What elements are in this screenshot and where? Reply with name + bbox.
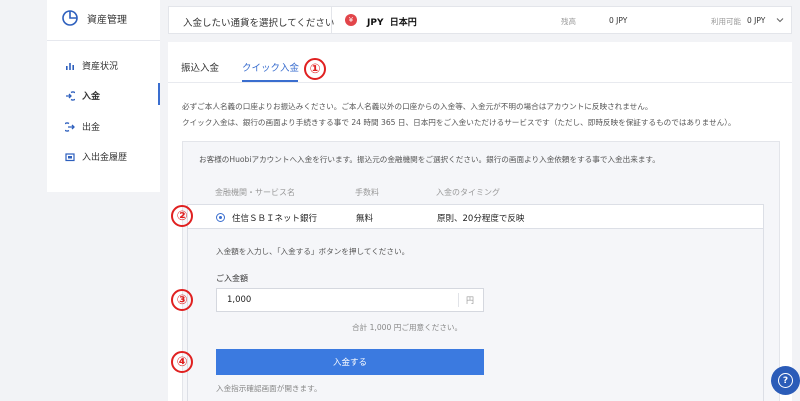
amount-unit: 円 [466,296,474,305]
currency-prompt: 入金したい通貨を選択してください [183,18,335,29]
bank-option-row[interactable]: 住信ＳＢＩネット銀行 無料 原則、20分程度で反映 [187,204,764,229]
bank-fee: 無料 [356,214,374,224]
sidebar-header: 資産管理 [61,9,127,27]
divider [331,7,332,33]
chevron-down-icon[interactable] [775,15,785,25]
currency-name: 日本円 [389,18,417,28]
active-indicator [158,83,160,105]
available-label: 利用可能 [711,17,741,26]
column-header-timing: 入金のタイミング [436,188,500,197]
withdraw-icon [65,121,75,132]
panel-info: お客様のHuobiアカウントへ入金を行います。振込元の金融機関をご選択ください。… [199,155,660,164]
sidebar-item-assets[interactable]: 資産状況 [65,59,118,72]
currency-dropdown[interactable]: JPY 日本円 [367,15,417,28]
notice-line: クイック入金は、銀行の画面より手続きする事で 24 時間 365 日、日本円をご… [182,118,736,127]
bank-timing: 原則、20分程度で反映 [437,214,525,224]
sidebar-title: 資産管理 [87,14,127,26]
sidebar-item-deposit[interactable]: 入金 [65,89,100,102]
history-icon [65,152,75,162]
annotation-marker-2: ② [171,205,193,227]
notice-line: 必ずご本人名義の口座よりお振込みください。ご本人名義以外の口座からの入金等、入金… [182,102,653,111]
annotation-marker-1: ① [304,58,326,80]
divider [458,293,459,307]
sidebar-item-label: 入出金履歴 [82,153,128,163]
balance-value: 0 JPY [609,16,628,25]
currency-code: JPY [367,18,384,28]
deposit-button[interactable]: 入金する [216,349,484,375]
pie-chart-icon [62,10,78,26]
question-icon: ? [778,373,793,388]
help-button[interactable]: ? [771,366,800,395]
divider [47,40,160,41]
balance-label: 残高 [561,17,576,26]
sidebar-item-withdraw[interactable]: 出金 [65,120,100,133]
column-header-bank: 金融機関・サービス名 [215,188,295,197]
deposit-panel: お客様のHuobiアカウントへ入金を行います。振込元の金融機関をご選択ください。… [182,141,780,401]
currency-selector-bar: 入金したい通貨を選択してください ¥ JPY 日本円 残高 0 JPY 利用可能… [168,6,792,34]
annotation-marker-4: ④ [171,351,193,373]
available-value: 0 JPY [747,16,766,25]
sidebar-item-label: 出金 [82,123,101,133]
bank-radio[interactable] [216,213,225,222]
amount-form: 入金額を入力し、「入金する」ボタンを押してください。 ご入金額 円 合計 1,0… [187,229,764,401]
tab-active-underline [242,80,298,82]
bank-name: 住信ＳＢＩネット銀行 [232,214,318,224]
bar-chart-icon [65,61,75,71]
sidebar-item-label: 資産状況 [82,62,119,72]
yen-icon: ¥ [345,14,357,26]
sidebar-item-label: 入金 [82,92,101,102]
tab-bank-transfer[interactable]: 振込入金 [181,60,219,74]
main-panel: 振込入金 クイック入金 必ずご本人名義の口座よりお振込みください。ご本人名義以外… [168,42,792,401]
column-header-fee: 手数料 [355,188,379,197]
form-instruction: 入金額を入力し、「入金する」ボタンを押してください。 [216,247,410,256]
submit-note: 入金指示確認画面が開きます。 [216,384,322,393]
deposit-icon [65,90,75,101]
tab-quick-deposit[interactable]: クイック入金 [242,60,299,74]
tab-bar: 振込入金 クイック入金 [168,42,792,83]
annotation-marker-3: ③ [171,289,193,311]
amount-label: ご入金額 [216,274,248,283]
sidebar: 資産管理 資産状況 入金 出金 入出金履歴 [47,0,160,192]
amount-input[interactable] [216,288,484,312]
sidebar-item-history[interactable]: 入出金履歴 [65,150,127,163]
total-note: 合計 1,000 円ご用意ください。 [352,323,463,332]
